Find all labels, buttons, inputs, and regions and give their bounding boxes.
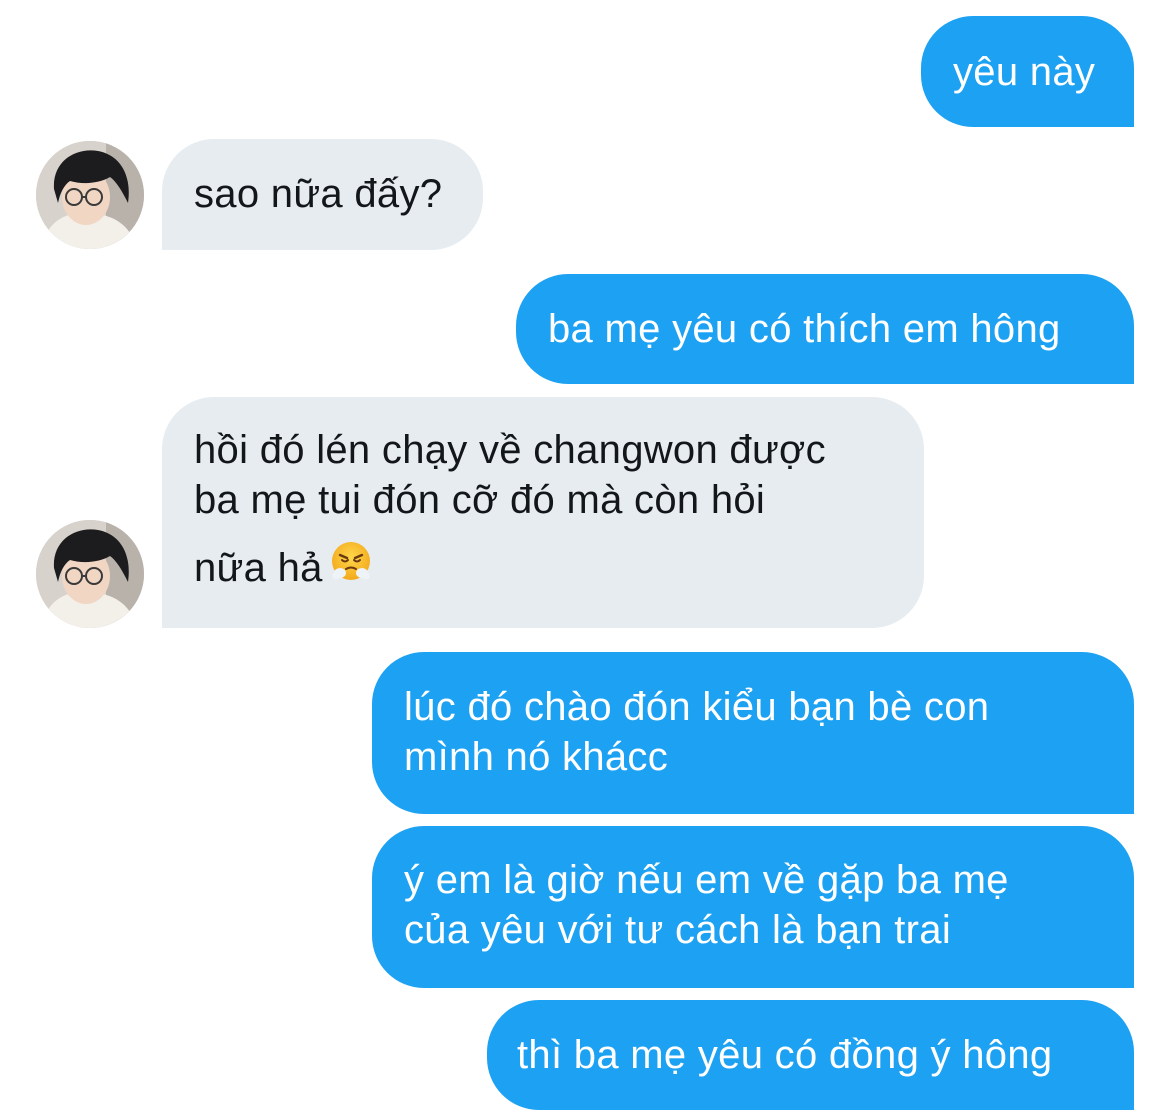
- message-text-last-line: nữa hả: [194, 541, 924, 593]
- message-bubble-sent[interactable]: yêu này: [921, 16, 1134, 127]
- message-text: sao nữa đấy?: [194, 172, 443, 216]
- message-bubble-sent[interactable]: ý em là giờ nếu em về gặp ba mẹ của yêu …: [372, 826, 1134, 988]
- message-text: hồi đó lén chạy về changwon được: [194, 428, 826, 472]
- message-bubble-sent[interactable]: thì ba mẹ yêu có đồng ý hông: [487, 1000, 1134, 1110]
- message-text: ý em là giờ nếu em về gặp ba mẹ: [404, 858, 1009, 902]
- contact-avatar[interactable]: [36, 520, 144, 628]
- message-text: ba mẹ tui đón cỡ đó mà còn hỏi: [194, 478, 766, 522]
- message-bubble-received[interactable]: hồi đó lén chạy về changwon được ba mẹ t…: [162, 397, 924, 628]
- message-text: yêu này: [953, 50, 1096, 94]
- message-text: mình nó khácc: [404, 735, 669, 779]
- face-with-steam-from-nose-icon: [331, 541, 371, 593]
- avatar-photo-icon: [36, 141, 144, 249]
- message-bubble-sent[interactable]: lúc đó chào đón kiểu bạn bè con mình nó …: [372, 652, 1134, 814]
- contact-avatar[interactable]: [36, 141, 144, 249]
- message-bubble-received[interactable]: sao nữa đấy?: [162, 139, 483, 250]
- message-text: lúc đó chào đón kiểu bạn bè con: [404, 685, 990, 729]
- avatar-photo-icon: [36, 520, 144, 628]
- message-text: của yêu với tư cách là bạn trai: [404, 908, 952, 952]
- message-text: thì ba mẹ yêu có đồng ý hông: [517, 1033, 1053, 1077]
- chat-screen: { "conversation": { "messages": [ { "sen…: [0, 0, 1170, 1114]
- message-text: nữa hả: [194, 546, 323, 590]
- message-text: ba mẹ yêu có thích em hông: [548, 307, 1061, 351]
- message-bubble-sent[interactable]: ba mẹ yêu có thích em hông: [516, 274, 1134, 384]
